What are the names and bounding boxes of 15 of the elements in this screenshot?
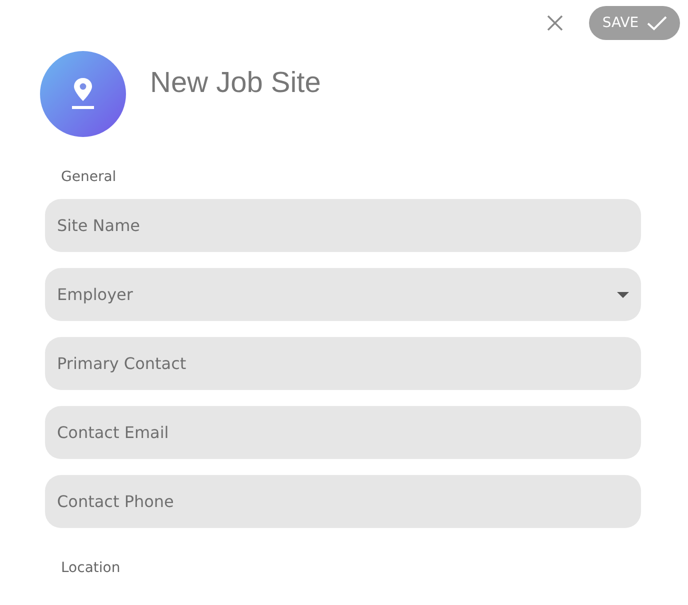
close-button[interactable] bbox=[547, 14, 563, 30]
input-field[interactable]: Primary Contact bbox=[45, 337, 641, 390]
placeholder-text: Employer bbox=[57, 285, 133, 304]
check-icon bbox=[646, 14, 667, 30]
page-title: New Job Site bbox=[150, 66, 321, 100]
location-pin-icon bbox=[71, 77, 95, 111]
dropdown-arrow-icon bbox=[617, 292, 629, 298]
close-icon bbox=[547, 14, 563, 30]
dropdown-field[interactable]: Employer bbox=[45, 268, 641, 321]
section-label: General bbox=[61, 169, 118, 185]
input-field[interactable]: Site Name bbox=[45, 199, 641, 252]
input-field[interactable]: Contact Email bbox=[45, 406, 641, 459]
input-field[interactable]: Contact Phone bbox=[45, 475, 641, 528]
section-label: Location bbox=[61, 560, 122, 576]
save-button[interactable]: SAVE bbox=[589, 6, 680, 40]
